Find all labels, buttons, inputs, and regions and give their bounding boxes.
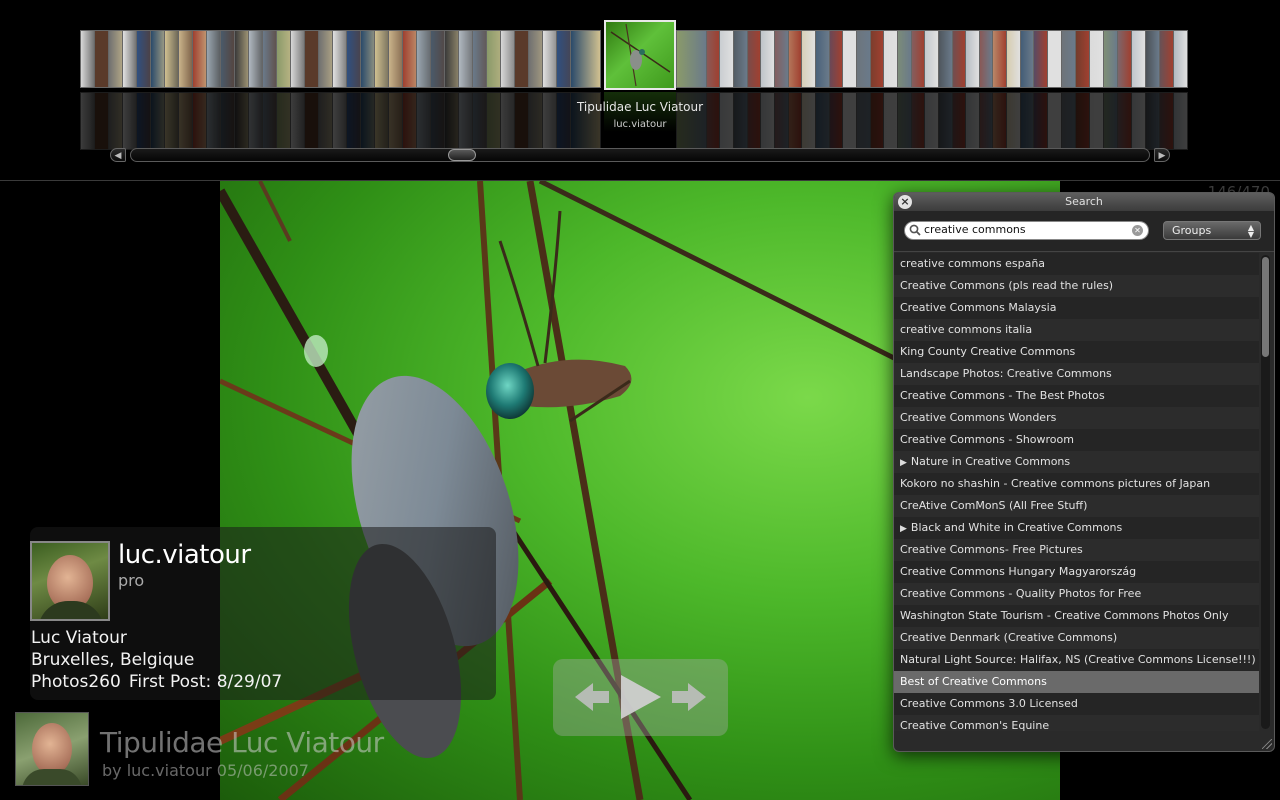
- result-label: Natural Light Source: Halifax, NS (Creat…: [900, 653, 1256, 666]
- results-scroll-thumb[interactable]: [1262, 257, 1269, 357]
- result-row[interactable]: Creative Commons 3.0 Licensed: [894, 693, 1259, 715]
- search-toolbar: creative commons ✕ Groups ▲ ▼: [894, 211, 1274, 252]
- coverflow-selected-user[interactable]: luc.viatour: [440, 119, 840, 130]
- result-label: creative commons españa: [900, 257, 1046, 270]
- scroll-left-button[interactable]: ◀: [110, 148, 126, 162]
- author-stats: Photos260 First Post: 8/29/07: [31, 672, 290, 692]
- close-icon: ×: [900, 195, 910, 208]
- result-row[interactable]: CreAtive ComMonS (All Free Stuff): [894, 495, 1259, 517]
- result-row[interactable]: Creative Commons Malaysia: [894, 297, 1259, 319]
- author-real-name: Luc Viatour: [31, 628, 127, 648]
- search-results-list[interactable]: creative commons españa Creative Commons …: [894, 253, 1259, 731]
- result-label: Washington State Tourism - Creative Comm…: [900, 609, 1229, 622]
- photo-owner-avatar[interactable]: [15, 712, 89, 786]
- result-label: Creative Commons Hungary Magyarország: [900, 565, 1137, 578]
- photo-title: Tipulidae Luc Viatour: [100, 726, 384, 759]
- result-row[interactable]: Creative Denmark (Creative Commons): [894, 627, 1259, 649]
- search-scope-value: Groups: [1172, 224, 1212, 237]
- scroll-thumb[interactable]: [448, 149, 476, 161]
- result-row[interactable]: Creative Commons Wonders: [894, 407, 1259, 429]
- result-row[interactable]: Creative Commons - Showroom: [894, 429, 1259, 451]
- result-label: Creative Commons - Showroom: [900, 433, 1074, 446]
- author-avatar[interactable]: [30, 541, 110, 621]
- triangle-right-icon: ▶: [1158, 151, 1166, 161]
- result-label: Creative Denmark (Creative Commons): [900, 631, 1118, 644]
- author-username[interactable]: luc.viatour: [118, 540, 251, 570]
- disclosure-triangle-icon[interactable]: ▶: [900, 458, 907, 468]
- result-label: Creative Common's Equine: [900, 719, 1050, 731]
- result-row[interactable]: Creative Commons - The Best Photos: [894, 385, 1259, 407]
- result-row[interactable]: Creative Commons (pls read the rules): [894, 275, 1259, 297]
- result-row[interactable]: Creative Common's Equine: [894, 715, 1259, 731]
- cover-thumbnail[interactable]: [570, 30, 601, 88]
- author-location: Bruxelles, Belgique: [31, 650, 195, 670]
- next-button[interactable]: [666, 671, 714, 723]
- results-scrollbar[interactable]: [1261, 255, 1270, 729]
- search-window: Search × creative commons ✕ Groups ▲ ▼ cr…: [893, 192, 1275, 752]
- close-button[interactable]: ×: [898, 195, 912, 209]
- result-label: Kokoro no shashin - Creative commons pic…: [900, 477, 1211, 490]
- search-field[interactable]: creative commons ✕: [904, 221, 1149, 240]
- result-label: Creative Commons Malaysia: [900, 301, 1057, 314]
- result-label: Creative Commons Wonders: [900, 411, 1057, 424]
- disclosure-triangle-icon[interactable]: ▶: [900, 524, 907, 534]
- result-label: Creative Commons - Quality Photos for Fr…: [900, 587, 1142, 600]
- clear-search-icon[interactable]: ✕: [1132, 225, 1143, 236]
- scroll-track[interactable]: [130, 148, 1150, 162]
- result-label: Black and White in Creative Commons: [910, 521, 1123, 534]
- result-label: King County Creative Commons: [900, 345, 1076, 358]
- result-row[interactable]: Landscape Photos: Creative Commons: [894, 363, 1259, 385]
- result-row[interactable]: ▶ Nature in Creative Commons: [894, 451, 1259, 473]
- result-row[interactable]: Kokoro no shashin - Creative commons pic…: [894, 473, 1259, 495]
- search-window-titlebar[interactable]: Search ×: [894, 193, 1274, 211]
- coverflow-selected-title: Tipulidae Luc Viatour: [576, 100, 704, 114]
- result-label: Nature in Creative Commons: [910, 455, 1071, 468]
- result-label: Creative Commons - The Best Photos: [900, 389, 1105, 402]
- result-label: Landscape Photos: Creative Commons: [900, 367, 1112, 380]
- result-label: Best of Creative Commons: [900, 675, 1047, 688]
- result-row[interactable]: Washington State Tourism - Creative Comm…: [894, 605, 1259, 627]
- result-label: creative commons italia: [900, 323, 1033, 336]
- result-row[interactable]: Best of Creative Commons: [894, 671, 1259, 693]
- selected-cover-thumbnail[interactable]: [604, 20, 676, 90]
- playback-controls: [553, 659, 728, 736]
- author-first-post: First Post: 8/29/07: [128, 672, 283, 692]
- result-row[interactable]: Creative Commons - Quality Photos for Fr…: [894, 583, 1259, 605]
- scroll-right-button[interactable]: ▶: [1154, 148, 1170, 162]
- result-label: CreAtive ComMonS (All Free Stuff): [900, 499, 1088, 512]
- result-row[interactable]: King County Creative Commons: [894, 341, 1259, 363]
- coverflow-scrollbar[interactable]: ◀ ▶: [110, 147, 1170, 164]
- resize-grip-icon[interactable]: [1262, 739, 1272, 749]
- search-scope-select[interactable]: Groups ▲ ▼: [1163, 221, 1261, 240]
- play-button[interactable]: [617, 671, 665, 723]
- search-window-title: Search: [1065, 195, 1103, 208]
- result-row[interactable]: creative commons italia: [894, 319, 1259, 341]
- result-row[interactable]: Creative Commons Hungary Magyarország: [894, 561, 1259, 583]
- cover-thumbnail[interactable]: [676, 30, 707, 88]
- result-label: Creative Commons (pls read the rules): [900, 279, 1114, 292]
- search-icon: [909, 224, 921, 236]
- result-label: Creative Commons- Free Pictures: [900, 543, 1083, 556]
- author-status: pro: [118, 571, 145, 590]
- triangle-left-icon: ◀: [114, 151, 122, 161]
- result-row[interactable]: Creative Commons- Free Pictures: [894, 539, 1259, 561]
- result-row[interactable]: Natural Light Source: Halifax, NS (Creat…: [894, 649, 1259, 671]
- previous-button[interactable]: [568, 671, 616, 723]
- updown-arrows-icon: ▲ ▼: [1247, 223, 1254, 239]
- result-label: Creative Commons 3.0 Licensed: [900, 697, 1078, 710]
- search-query[interactable]: creative commons: [924, 223, 1026, 236]
- result-row[interactable]: ▶ Black and White in Creative Commons: [894, 517, 1259, 539]
- coverflow-browser[interactable]: Tipulidae Luc Viatour luc.viatour ◀ ▶: [0, 0, 1280, 180]
- result-row[interactable]: creative commons españa: [894, 253, 1259, 275]
- photo-byline: by luc.viatour 05/06/2007: [102, 761, 309, 780]
- author-photo-count: Photos260: [31, 672, 121, 692]
